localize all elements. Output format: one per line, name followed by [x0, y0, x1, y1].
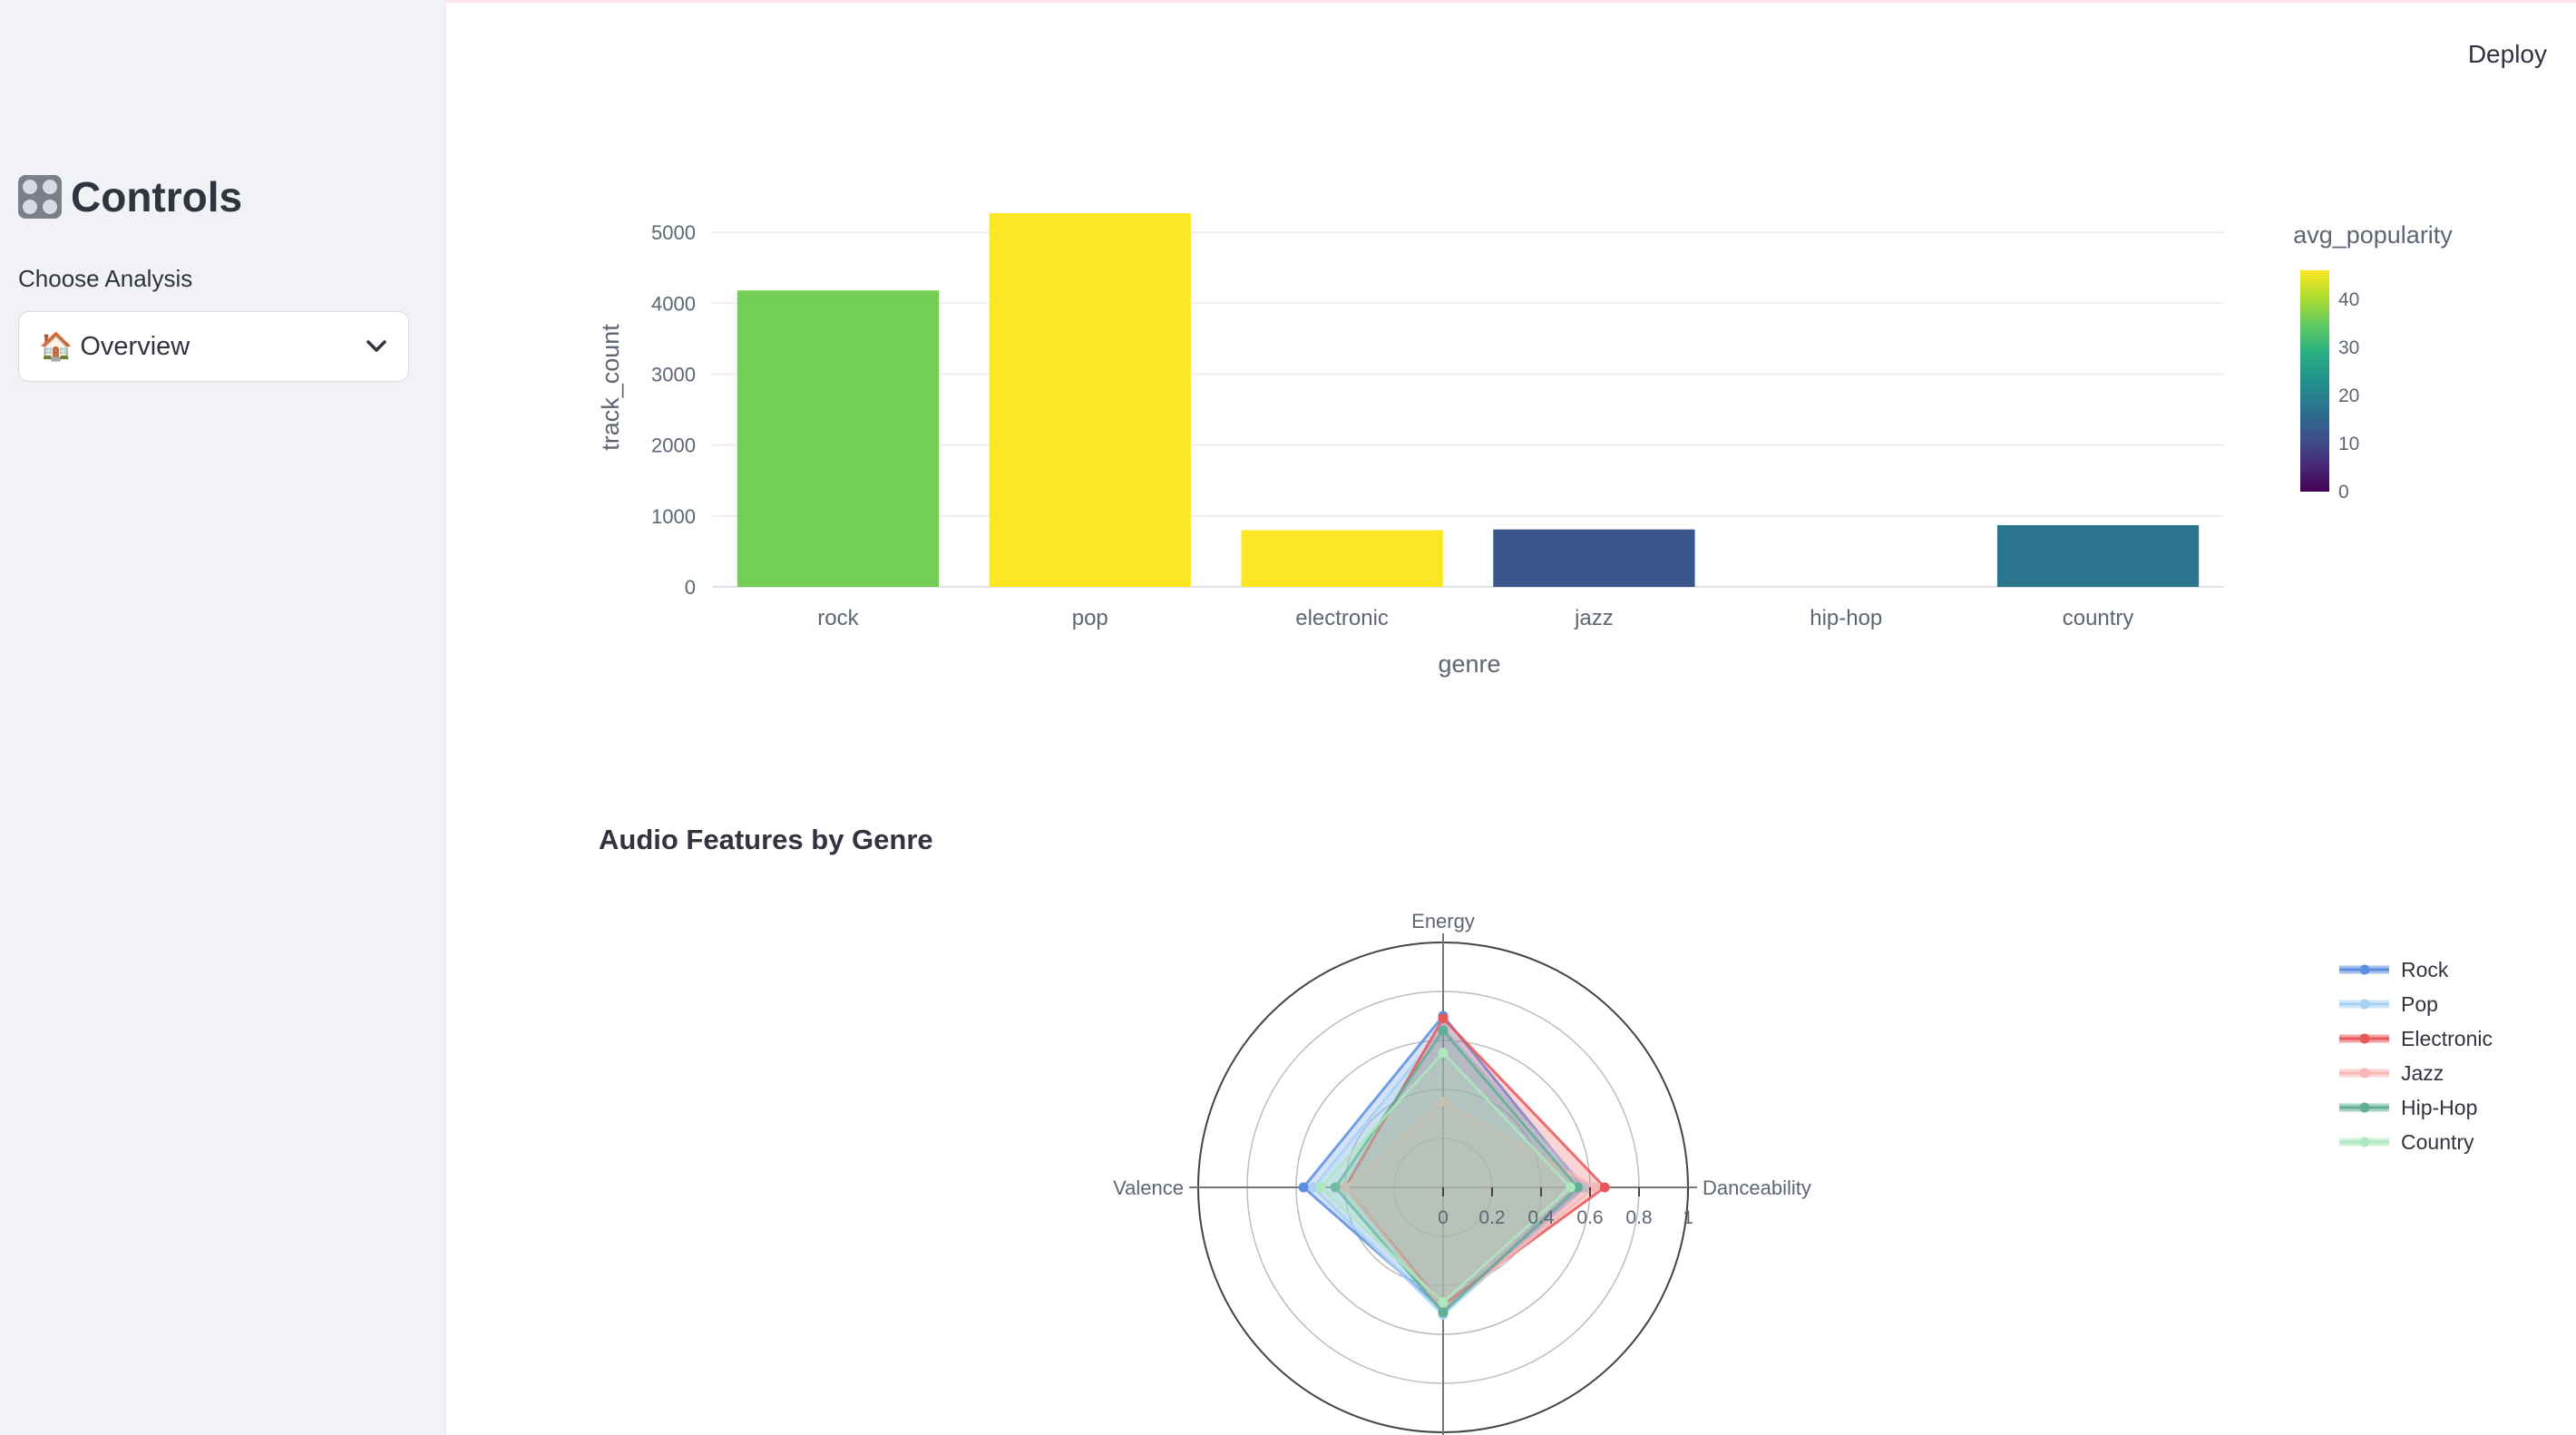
bar-pop — [989, 212, 1191, 587]
radar-axis-label: Energy — [1411, 910, 1475, 932]
legend-label: Country — [2401, 1130, 2474, 1154]
radar-point — [1298, 1182, 1309, 1193]
chevron-down-icon — [366, 340, 386, 352]
select-value: Overview — [80, 331, 190, 361]
bar-electronic — [1241, 530, 1443, 587]
radar-point — [1438, 1025, 1449, 1036]
house-icon: 🏠 — [39, 331, 73, 362]
legend-swatch-marker — [2359, 964, 2370, 975]
analysis-select[interactable]: 🏠 Overview — [18, 311, 409, 382]
bar-y-tick-label: 5000 — [651, 221, 696, 244]
control-knobs-icon — [18, 175, 62, 219]
radar-point — [1438, 1048, 1449, 1058]
radar-point — [1599, 1182, 1610, 1193]
bar-y-tick-label: 3000 — [651, 363, 696, 386]
radar-point — [1438, 1307, 1449, 1318]
sidebar: Controls Choose Analysis 🏠 Overview — [0, 0, 446, 1435]
bar-jazz — [1493, 529, 1695, 587]
legend-label: Rock — [2401, 958, 2449, 981]
radar-radial-tick-label: 0.8 — [1625, 1207, 1652, 1228]
radar-point — [1315, 1182, 1326, 1193]
legend-label: Hip-Hop — [2401, 1096, 2477, 1119]
bar-chart: genre track_count avg_popularity 0 1000 20… — [597, 212, 2453, 678]
radar-point — [1438, 1013, 1449, 1024]
radar-radial-tick-label: 0.4 — [1527, 1207, 1555, 1228]
bar-country — [1996, 524, 2200, 587]
legend-swatch-marker — [2359, 1033, 2370, 1044]
sidebar-title-text: Controls — [71, 173, 243, 220]
legend-swatch-marker — [2359, 999, 2370, 1010]
bar-x-tick-label: jazz — [1574, 606, 1614, 630]
legend-swatch-marker — [2359, 1137, 2370, 1147]
legend-swatch-marker — [2359, 1068, 2370, 1079]
radar-point — [1565, 1182, 1576, 1193]
bar-y-tick-label: 4000 — [651, 292, 696, 315]
bar-x-tick-label: country — [2063, 606, 2134, 630]
sidebar-title: Controls — [18, 172, 242, 221]
colorbar-tick-label: 40 — [2338, 289, 2359, 310]
charts-area: genre track_count avg_popularity 0100020… — [597, 212, 2493, 1435]
bar-rock — [737, 290, 940, 587]
radar-chart: Energy Danceability Valence 0 0.2 0.4 0.6 0.8 1 R… — [1113, 910, 2493, 1435]
colorbar-tick-label: 0 — [2338, 482, 2349, 503]
colorbar-tick-label: 20 — [2338, 386, 2359, 406]
radar-radial-tick-label: 1 — [1683, 1207, 1693, 1228]
radar-axis-label: Valence — [1113, 1176, 1184, 1199]
radar-axis-label: Danceability — [1703, 1176, 1811, 1199]
bar-y-tick-label: 1000 — [651, 505, 696, 528]
radar-point — [1438, 1297, 1449, 1308]
colorbar-title: avg_popularity — [2293, 221, 2453, 249]
legend-swatch-marker — [2359, 1102, 2370, 1113]
select-label: Choose Analysis — [18, 265, 193, 292]
radar-radial-tick-label: 0.2 — [1478, 1207, 1505, 1228]
colorbar-tick-label: 10 — [2338, 434, 2359, 454]
bar-x-tick-label: electronic — [1295, 606, 1389, 630]
bar-x-axis-label: genre — [1438, 650, 1500, 678]
bar-x-tick-label: hip-hop — [1810, 606, 1882, 630]
bar-x-tick-label: rock — [817, 606, 859, 630]
radar-radial-tick-label: 0 — [1438, 1207, 1449, 1228]
legend-label: Jazz — [2401, 1061, 2444, 1085]
legend-label: Pop — [2401, 992, 2438, 1016]
bar-x-tick-label: pop — [1072, 606, 1108, 630]
radar-point — [1589, 1182, 1600, 1193]
bar-y-axis-label: track_count — [597, 324, 624, 451]
legend-label: Electronic — [2401, 1027, 2493, 1050]
radar-series-country — [1318, 1050, 1573, 1304]
bar-y-tick-label: 2000 — [651, 434, 696, 457]
colorbar-tick-label: 30 — [2338, 337, 2359, 358]
radar-radial-tick-label: 0.6 — [1576, 1207, 1603, 1228]
bar-y-tick-label: 0 — [685, 576, 696, 599]
section-title: Audio Features by Genre — [599, 824, 933, 855]
colorbar — [2300, 270, 2329, 492]
